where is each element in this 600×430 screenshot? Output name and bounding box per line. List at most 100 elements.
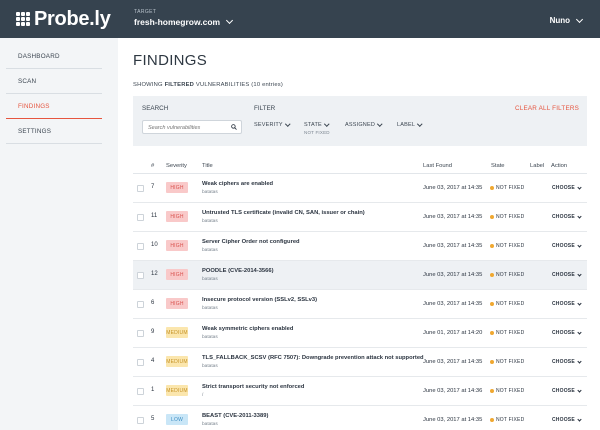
- user-menu[interactable]: Nuno: [550, 15, 584, 25]
- state-filter-dropdown[interactable]: STATE NOT FIXED: [304, 121, 330, 135]
- status-dot-icon: [490, 244, 494, 248]
- target-label: TARGET: [134, 9, 157, 15]
- row-last-found: June 03, 2017 at 14:35: [423, 301, 483, 307]
- row-checkbox[interactable]: [137, 301, 144, 308]
- col-num[interactable]: #: [151, 163, 154, 169]
- col-state[interactable]: State: [491, 163, 505, 169]
- row-number: 12: [151, 271, 158, 277]
- row-number: 1: [151, 387, 155, 393]
- row-checkbox[interactable]: [137, 330, 144, 337]
- severity-filter-dropdown[interactable]: SEVERITY: [254, 121, 291, 128]
- table-row[interactable]: 11 HIGH Untrusted TLS certificate (inval…: [133, 203, 587, 232]
- row-state: NOT FIXED: [490, 243, 524, 249]
- table-row[interactable]: 10 HIGH Server Cipher Order not configur…: [133, 232, 587, 261]
- sidebar-item-scan[interactable]: SCAN: [6, 69, 102, 94]
- clear-all-filters-button[interactable]: CLEAR ALL FILTERS: [515, 105, 579, 112]
- row-number: 6: [151, 300, 155, 306]
- severity-badge: MEDIUM: [166, 356, 188, 367]
- choose-action-dropdown[interactable]: CHOOSE: [552, 387, 582, 394]
- row-last-found: June 03, 2017 at 14:35: [423, 359, 483, 365]
- table-row[interactable]: 6 HIGH Insecure protocol version (SSLv2,…: [133, 290, 587, 319]
- severity-badge: HIGH: [166, 298, 188, 309]
- label-filter-dropdown[interactable]: LABEL: [397, 121, 423, 128]
- row-state: NOT FIXED: [490, 359, 524, 365]
- row-checkbox[interactable]: [137, 417, 144, 424]
- chevron-down-icon: [577, 416, 582, 422]
- status-dot-icon: [490, 273, 494, 277]
- row-title[interactable]: Insecure protocol version (SSLv2, SSLv3): [202, 297, 317, 303]
- severity-badge: MEDIUM: [166, 385, 188, 396]
- top-bar: Probe.ly TARGET fresh-homegrow.com Nuno: [0, 0, 600, 38]
- choose-action-dropdown[interactable]: CHOOSE: [552, 329, 582, 336]
- sidebar-item-dashboard[interactable]: DASHBOARD: [6, 44, 102, 69]
- row-checkbox[interactable]: [137, 243, 144, 250]
- table-row[interactable]: 4 MEDIUM TLS_FALLBACK_SCSV (RFC 7507): D…: [133, 348, 587, 377]
- row-checkbox[interactable]: [137, 359, 144, 366]
- row-title[interactable]: Weak symmetric ciphers enabled: [202, 326, 293, 332]
- logo[interactable]: Probe.ly: [16, 9, 111, 29]
- row-subtitle: batatas: [202, 422, 218, 427]
- chevron-down-icon: [577, 358, 582, 364]
- search-label: SEARCH: [142, 105, 169, 112]
- row-title[interactable]: Server Cipher Order not configured: [202, 239, 300, 245]
- search-input[interactable]: [148, 124, 228, 131]
- table-row[interactable]: 9 MEDIUM Weak symmetric ciphers enabled …: [133, 319, 587, 348]
- row-title[interactable]: Strict transport security not enforced: [202, 384, 304, 390]
- col-severity[interactable]: Severity: [166, 163, 187, 169]
- row-state: NOT FIXED: [490, 214, 524, 220]
- row-title[interactable]: Weak ciphers are enabled: [202, 181, 273, 187]
- col-label[interactable]: Label: [530, 163, 544, 169]
- chevron-down-icon: [575, 15, 584, 23]
- severity-badge: MEDIUM: [166, 327, 188, 338]
- row-checkbox[interactable]: [137, 388, 144, 395]
- status-dot-icon: [490, 215, 494, 219]
- severity-badge: HIGH: [166, 211, 188, 222]
- filter-label: FILTER: [254, 105, 276, 112]
- table-row[interactable]: 12 HIGH POODLE (CVE-2014-3566) batatas J…: [133, 261, 587, 290]
- row-title[interactable]: BEAST (CVE-2011-3389): [202, 413, 268, 419]
- row-title[interactable]: Untrusted TLS certificate (invalid CN, S…: [202, 210, 365, 216]
- assigned-filter-dropdown[interactable]: ASSIGNED: [345, 121, 383, 128]
- status-dot-icon: [490, 389, 494, 393]
- chevron-down-icon: [577, 242, 582, 248]
- row-title[interactable]: TLS_FALLBACK_SCSV (RFC 7507): Downgrade …: [202, 355, 424, 361]
- row-checkbox[interactable]: [137, 214, 144, 221]
- row-checkbox[interactable]: [137, 185, 144, 192]
- table-header: # Severity Title Last Found State Label …: [133, 158, 587, 174]
- chevron-down-icon: [577, 387, 582, 393]
- row-last-found: June 03, 2017 at 14:35: [423, 243, 483, 249]
- severity-badge: LOW: [166, 414, 188, 425]
- chevron-down-icon: [377, 121, 383, 127]
- choose-action-dropdown[interactable]: CHOOSE: [552, 300, 582, 307]
- row-title[interactable]: POODLE (CVE-2014-3566): [202, 268, 274, 274]
- target-value: fresh-homegrow.com: [134, 17, 221, 27]
- row-last-found: June 03, 2017 at 14:35: [423, 272, 483, 278]
- sidebar-item-findings[interactable]: FINDINGS: [6, 94, 102, 119]
- choose-action-dropdown[interactable]: CHOOSE: [552, 184, 582, 191]
- row-subtitle: batatas: [202, 219, 218, 224]
- search-box: [142, 120, 242, 134]
- choose-action-dropdown[interactable]: CHOOSE: [552, 358, 582, 365]
- chevron-down-icon: [417, 121, 423, 127]
- logo-text: Probe.ly: [34, 8, 111, 30]
- sidebar-item-settings[interactable]: SETTINGS: [6, 119, 102, 144]
- status-dot-icon: [490, 418, 494, 422]
- search-icon[interactable]: [231, 124, 237, 130]
- row-checkbox[interactable]: [137, 272, 144, 279]
- choose-action-dropdown[interactable]: CHOOSE: [552, 242, 582, 249]
- row-subtitle: batatas: [202, 335, 218, 340]
- row-number: 7: [151, 184, 155, 190]
- target-selector[interactable]: fresh-homegrow.com: [134, 16, 234, 27]
- table-row[interactable]: 1 MEDIUM Strict transport security not e…: [133, 377, 587, 406]
- severity-badge: HIGH: [166, 269, 188, 280]
- table-row[interactable]: 5 LOW BEAST (CVE-2011-3389) batatas June…: [133, 406, 587, 430]
- col-title[interactable]: Title: [202, 163, 213, 169]
- chevron-down-icon: [577, 271, 582, 277]
- col-last-found[interactable]: Last Found: [423, 163, 452, 169]
- choose-action-dropdown[interactable]: CHOOSE: [552, 416, 582, 423]
- chevron-down-icon: [577, 300, 582, 306]
- choose-action-dropdown[interactable]: CHOOSE: [552, 213, 582, 220]
- choose-action-dropdown[interactable]: CHOOSE: [552, 271, 582, 278]
- table-row[interactable]: 7 HIGH Weak ciphers are enabled batatas …: [133, 174, 587, 203]
- row-state: NOT FIXED: [490, 301, 524, 307]
